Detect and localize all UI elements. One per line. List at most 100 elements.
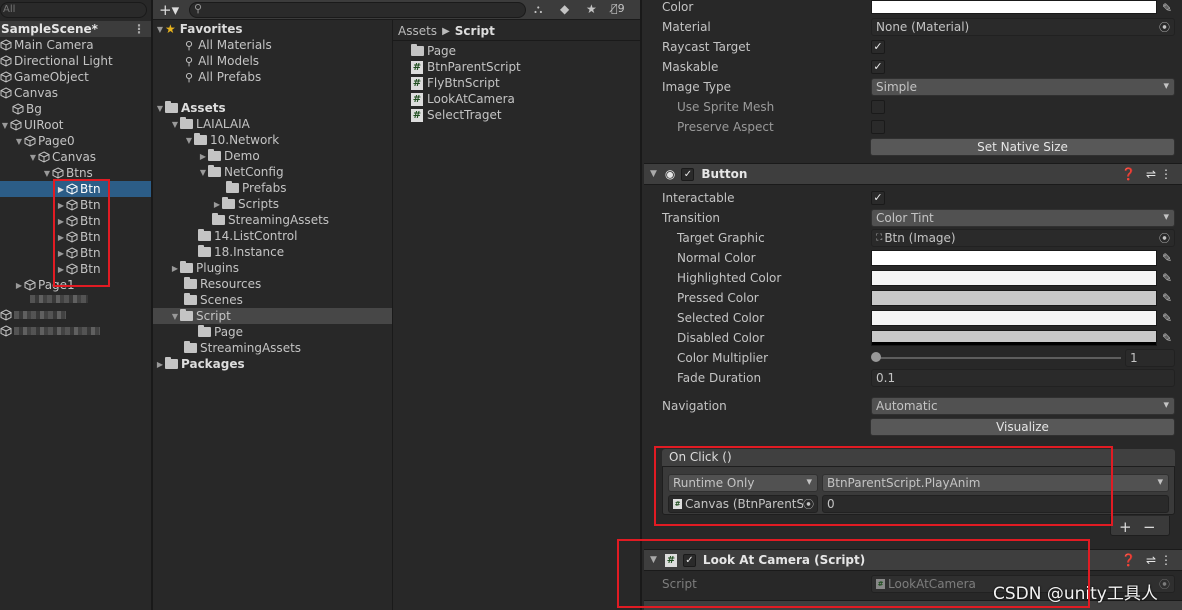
hierarchy-item-btn-selected[interactable]: ▶ Btn xyxy=(0,181,151,197)
expand-arrow-icon[interactable]: ▶ xyxy=(56,265,66,274)
filter-by-label-icon[interactable]: ◆ xyxy=(560,2,569,16)
project-search-field[interactable]: ⚲ xyxy=(189,2,526,18)
breadcrumb-assets[interactable]: Assets xyxy=(398,24,437,38)
use-sprite-mesh-checkbox[interactable] xyxy=(871,100,885,114)
target-graphic-field[interactable]: ⛶ Btn (Image) ⦿ xyxy=(871,229,1175,247)
expand-arrow-icon[interactable]: ▶ xyxy=(56,185,66,194)
button-component-header[interactable]: ▼ ◉ ✓ Button ❓ ⇌ ⋮ xyxy=(644,163,1182,185)
expand-arrow-icon[interactable]: ▼ xyxy=(0,121,10,130)
folder-prefabs[interactable]: Prefabs xyxy=(153,180,640,196)
object-picker-icon[interactable]: ⦿ xyxy=(1159,19,1170,35)
star-icon[interactable]: ★ xyxy=(586,2,597,16)
argument-field[interactable]: 0 xyxy=(822,495,1169,513)
eyedropper-icon[interactable]: ✎ xyxy=(1159,0,1175,16)
eyedropper-icon[interactable]: ✎ xyxy=(1159,330,1175,346)
folder-resources[interactable]: Resources xyxy=(153,276,640,292)
visualize-button[interactable]: Visualize xyxy=(870,418,1175,436)
function-dropdown[interactable]: BtnParentScript.PlayAnim xyxy=(822,474,1169,492)
hierarchy-item-canvas[interactable]: Canvas xyxy=(0,85,151,101)
breadcrumb-script[interactable]: Script xyxy=(455,24,495,38)
folder-script[interactable]: ▼ Script xyxy=(153,308,392,324)
expand-arrow-icon[interactable]: ▶ xyxy=(56,249,66,258)
raycast-target-checkbox[interactable]: ✓ xyxy=(871,40,885,54)
folder-netconfig[interactable]: ▼ NetConfig xyxy=(153,164,640,180)
color-multiplier-slider-thumb[interactable] xyxy=(871,352,881,362)
expand-arrow-icon[interactable]: ▼ xyxy=(14,137,24,146)
expand-arrow-icon[interactable]: ▶ xyxy=(56,217,66,226)
hierarchy-item-bg[interactable]: Bg xyxy=(0,101,151,117)
scene-menu-icon[interactable]: ⋮ xyxy=(133,22,145,36)
hierarchy-item-gameobject[interactable]: GameObject xyxy=(0,69,151,85)
filter-by-type-icon[interactable]: ⛬ xyxy=(534,2,542,17)
file-lookatcamera[interactable]: # LookAtCamera xyxy=(411,91,640,107)
folder-18-instance[interactable]: 18.Instance xyxy=(153,244,640,260)
folder-page[interactable]: Page xyxy=(153,324,640,340)
lookatcamera-enabled-checkbox[interactable]: ✓ xyxy=(682,553,696,567)
hidden-packages-icon[interactable]: 👁̸9 xyxy=(611,2,625,15)
expand-arrow-icon[interactable]: ▼ xyxy=(42,169,52,178)
foldout-arrow-icon[interactable]: ▼ xyxy=(650,169,657,179)
add-listener-button[interactable]: + xyxy=(1119,518,1132,536)
navigation-dropdown[interactable]: Automatic xyxy=(871,397,1175,415)
highlighted-color-swatch[interactable] xyxy=(871,270,1157,286)
packages-root[interactable]: ▶ Packages xyxy=(153,356,640,372)
expand-arrow-icon[interactable]: ▼ xyxy=(170,120,180,129)
target-object-field[interactable]: # Canvas (BtnParentS ⦿ xyxy=(668,495,818,513)
expand-arrow-icon[interactable]: ▼ xyxy=(155,104,165,113)
transition-dropdown[interactable]: Color Tint xyxy=(871,209,1175,227)
expand-arrow-icon[interactable]: ▶ xyxy=(14,281,24,290)
hierarchy-item-page1[interactable]: ▶ Page1 xyxy=(0,277,151,293)
folder-demo[interactable]: ▶ Demo xyxy=(153,148,640,164)
hierarchy-item-main-camera[interactable]: Main Camera xyxy=(0,37,151,53)
eyedropper-icon[interactable]: ✎ xyxy=(1159,290,1175,306)
object-picker-icon[interactable]: ⦿ xyxy=(1159,230,1170,246)
pressed-color-swatch[interactable] xyxy=(871,290,1157,306)
expand-arrow-icon[interactable]: ▶ xyxy=(155,360,165,369)
presets-icon[interactable]: ⇌ xyxy=(1146,167,1156,181)
expand-arrow-icon[interactable]: ▶ xyxy=(212,200,222,209)
hierarchy-item-uiroot[interactable]: ▼ UIRoot xyxy=(0,117,151,133)
hierarchy-item-page0[interactable]: ▼ Page0 xyxy=(0,133,151,149)
color-multiplier-field[interactable]: 1 xyxy=(1125,349,1175,367)
color-swatch[interactable] xyxy=(871,0,1157,14)
component-menu-icon[interactable]: ⋮ xyxy=(1160,553,1172,567)
file-flybtnscript[interactable]: # FlyBtnScript xyxy=(411,75,640,91)
help-icon[interactable]: ❓ xyxy=(1121,553,1136,567)
hierarchy-item-canvas-child[interactable]: ▼ Canvas xyxy=(0,149,151,165)
remove-listener-button[interactable]: − xyxy=(1143,518,1156,536)
expand-arrow-icon[interactable]: ▼ xyxy=(198,168,208,177)
expand-arrow-icon[interactable]: ▶ xyxy=(56,233,66,242)
hierarchy-item-btn[interactable]: ▶ Btn xyxy=(0,213,151,229)
eyedropper-icon[interactable]: ✎ xyxy=(1159,310,1175,326)
hierarchy-item-directional-light[interactable]: Directional Light xyxy=(0,53,151,69)
expand-arrow-icon[interactable]: ▼ xyxy=(28,153,38,162)
hierarchy-item-btns[interactable]: ▼ Btns xyxy=(0,165,151,181)
button-enabled-checkbox[interactable]: ✓ xyxy=(681,167,695,181)
file-selecttraget[interactable]: # SelectTraget xyxy=(411,107,640,123)
runtime-mode-dropdown[interactable]: Runtime Only xyxy=(668,474,818,492)
add-icon[interactable]: +▾ xyxy=(159,1,179,19)
folder-scenes[interactable]: Scenes xyxy=(153,292,640,308)
foldout-arrow-icon[interactable]: ▼ xyxy=(650,555,657,565)
file-page[interactable]: Page xyxy=(411,43,640,59)
eyedropper-icon[interactable]: ✎ xyxy=(1159,250,1175,266)
interactable-checkbox[interactable]: ✓ xyxy=(871,191,885,205)
disabled-color-swatch[interactable] xyxy=(871,330,1157,346)
preserve-aspect-checkbox[interactable] xyxy=(871,120,885,134)
hierarchy-search-field[interactable]: All xyxy=(0,2,147,18)
scene-header[interactable]: SampleScene* ⋮ xyxy=(0,21,151,37)
expand-arrow-icon[interactable]: ▶ xyxy=(56,201,66,210)
expand-arrow-icon[interactable]: ▼ xyxy=(155,25,165,34)
expand-arrow-icon[interactable]: ▶ xyxy=(170,264,180,273)
material-field[interactable]: None (Material) ⦿ xyxy=(871,18,1175,36)
expand-arrow-icon[interactable]: ▶ xyxy=(198,152,208,161)
folder-14-listcontrol[interactable]: 14.ListControl xyxy=(153,228,640,244)
maskable-checkbox[interactable]: ✓ xyxy=(871,60,885,74)
image-type-dropdown[interactable]: Simple xyxy=(871,78,1175,96)
hierarchy-item-btn[interactable]: ▶ Btn xyxy=(0,245,151,261)
folder-10-network[interactable]: ▼ 10.Network xyxy=(153,132,640,148)
set-native-size-button[interactable]: Set Native Size xyxy=(870,138,1175,156)
fade-duration-field[interactable]: 0.1 xyxy=(871,369,1175,387)
lookatcamera-component-header[interactable]: ▼ # ✓ Look At Camera (Script) ❓ ⇌ ⋮ xyxy=(644,549,1182,571)
folder-plugins[interactable]: ▶ Plugins xyxy=(153,260,640,276)
